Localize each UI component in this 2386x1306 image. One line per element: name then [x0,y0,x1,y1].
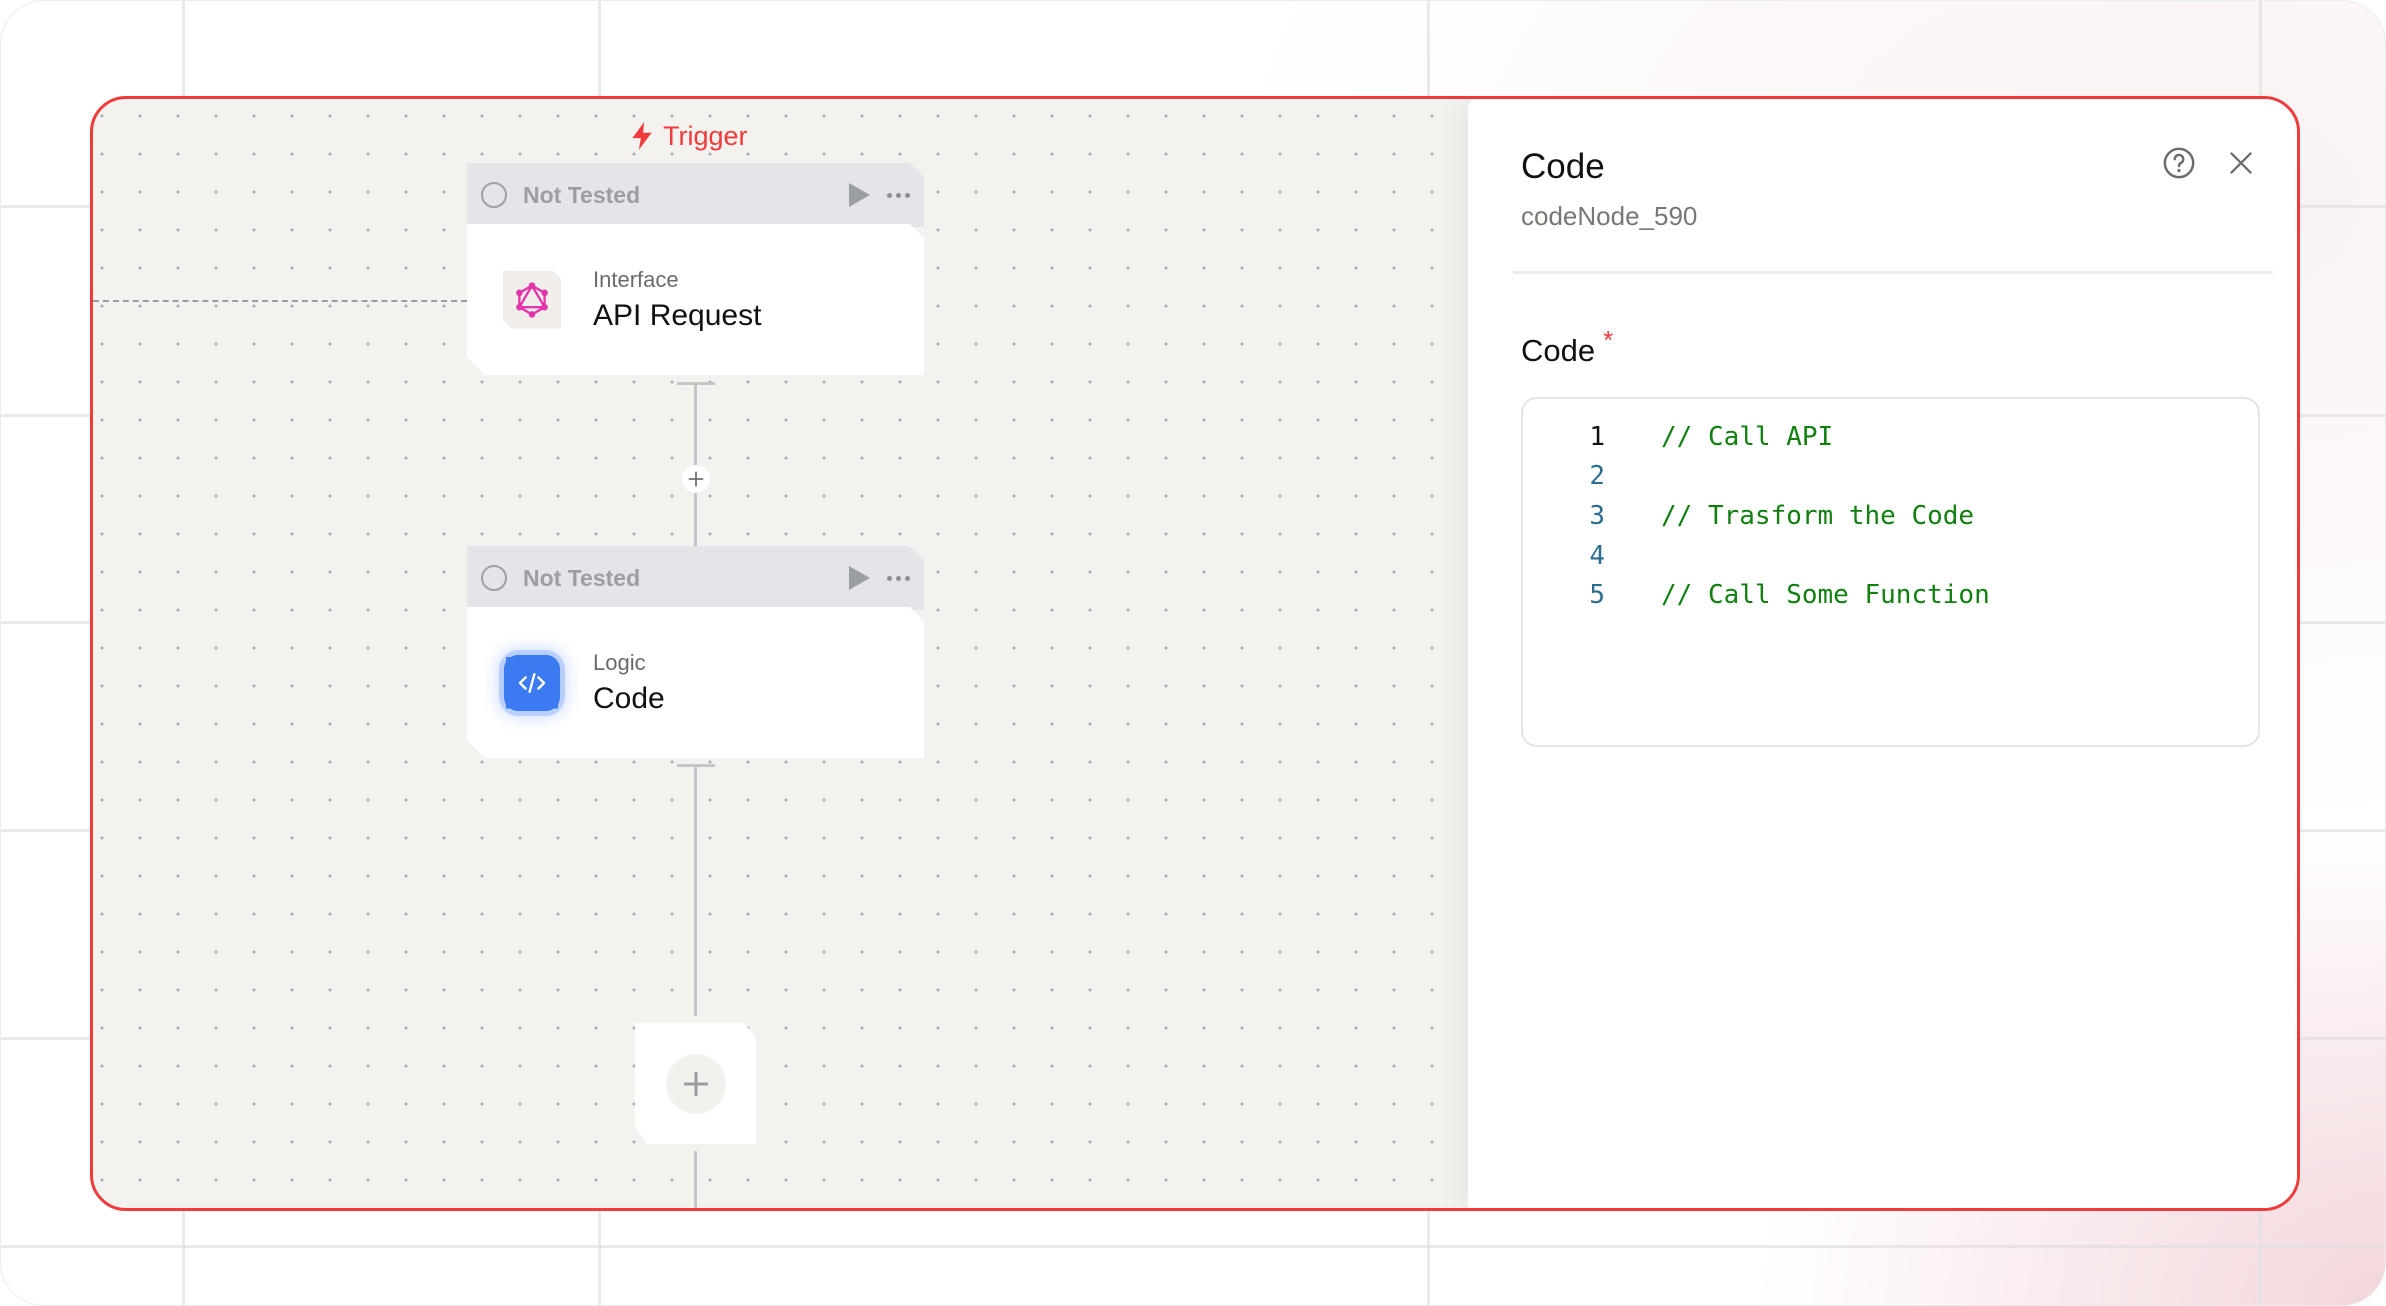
code-line: 3 // Trasform the Code [1523,496,2258,536]
node-category: Logic [593,649,646,675]
insert-node-button[interactable] [682,465,710,493]
trigger-text: Trigger [663,120,748,151]
line-number: 4 [1589,540,1605,571]
graphql-icon [503,271,561,329]
node-title: API Request [593,298,762,332]
plus-icon [681,1069,711,1099]
code-line: 5 // Call Some Function [1523,575,2258,615]
panel-title: Code [1521,147,1605,186]
close-button[interactable] [2223,145,2259,181]
workflow-node-code[interactable]: Not Tested Logic Code [467,546,924,758]
trigger-label: Trigger [629,119,748,153]
node-status-bar: Not Tested [467,163,924,227]
required-marker: * [1603,325,1614,355]
node-settings-panel: Code codeNode_590 Code * 1 // Call API 2… [1468,99,2297,1208]
line-code: // Trasform the Code [1661,500,1975,531]
node-status-text: Not Tested [523,181,641,208]
plus-icon [688,471,704,487]
node-more-options-icon[interactable] [887,193,910,198]
code-line: 4 [1523,536,2258,576]
code-editor[interactable]: 1 // Call API 2 3 // Trasform the Code 4… [1521,397,2260,747]
connector-line [694,1151,697,1208]
code-brackets-icon [503,654,561,712]
line-number: 5 [1589,580,1605,611]
run-node-play-icon[interactable] [847,182,871,208]
run-node-play-icon[interactable] [847,565,871,591]
close-icon [2230,152,2252,174]
status-circle-icon [481,565,507,591]
field-label-text: Code [1521,333,1596,368]
node-status-bar: Not Tested [467,546,924,610]
line-number: 1 [1589,421,1605,452]
workflow-editor-frame: Trigger Not Tested Interface API Request… [90,96,2300,1211]
node-body[interactable]: Interface API Request [467,224,924,375]
node-more-options-icon[interactable] [887,576,910,581]
help-button[interactable] [2161,145,2197,181]
line-number: 2 [1589,461,1605,492]
node-title: Code [593,681,665,715]
page-background: Trigger Not Tested Interface API Request… [0,0,2386,1306]
node-category: Interface [593,266,679,292]
help-circle-icon [2163,147,2195,179]
node-body[interactable]: Logic Code [467,607,924,758]
code-line: 1 // Call API [1523,417,2258,457]
node-status-text: Not Tested [523,564,641,591]
line-number: 3 [1589,500,1605,531]
connector-line [694,764,697,1016]
incoming-connection-dashed-line [93,300,467,302]
workflow-node-api-request[interactable]: Not Tested Interface API Request [467,163,924,375]
background-grid-line [1,1245,2385,1248]
status-circle-icon [481,182,507,208]
line-code: // Call Some Function [1661,580,1990,611]
line-code: // Call API [1661,421,1834,452]
panel-node-id: codeNode_590 [1521,201,1698,231]
code-field-label: Code * [1521,325,1613,369]
code-line: 2 [1523,457,2258,497]
panel-divider [1513,271,2273,274]
lightning-bolt-icon [632,122,652,150]
add-node-circle [666,1054,726,1114]
add-node-button[interactable] [635,1023,756,1144]
